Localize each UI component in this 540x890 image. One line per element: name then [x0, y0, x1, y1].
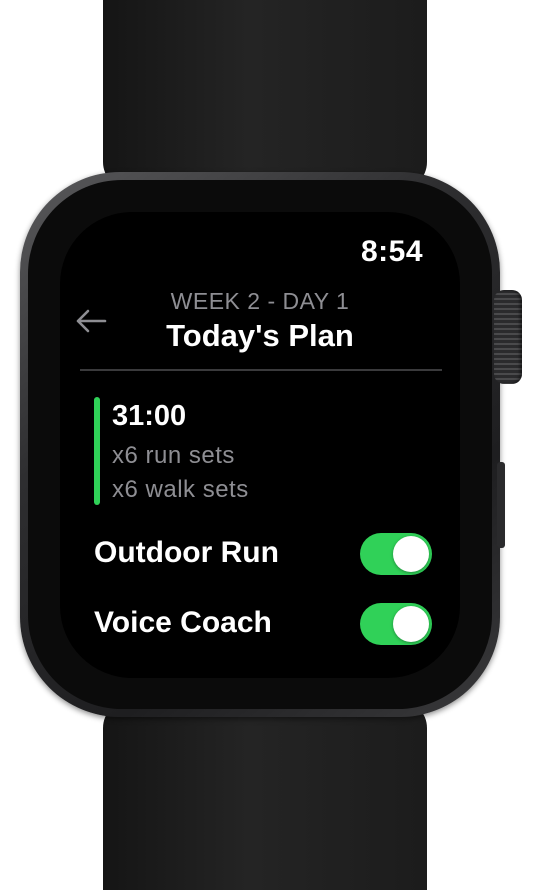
plan-walk-sets: x6 walk sets — [112, 476, 249, 503]
setting-row-outdoor-run: Outdoor Run — [94, 532, 432, 576]
watch-screen: 8:54 WEEK 2 - DAY 1 Today's Plan 31:00 x… — [60, 212, 460, 678]
plan-run-sets: x6 run sets — [112, 442, 235, 469]
voice-coach-toggle[interactable] — [360, 603, 432, 645]
digital-crown[interactable] — [494, 290, 522, 384]
week-day-subtitle: WEEK 2 - DAY 1 — [170, 288, 350, 314]
toggle-knob — [393, 536, 429, 572]
plan-accent-bar — [94, 397, 100, 505]
toggle-knob — [393, 606, 429, 642]
watch-strap-top — [103, 0, 427, 190]
side-button[interactable] — [497, 462, 505, 548]
header-divider — [80, 369, 442, 371]
setting-row-voice-coach: Voice Coach — [94, 602, 432, 646]
page-title: Today's Plan — [166, 318, 354, 353]
status-time: 8:54 — [360, 235, 423, 268]
voice-coach-label: Voice Coach — [94, 606, 272, 639]
watch-mockup: 8:54 WEEK 2 - DAY 1 Today's Plan 31:00 x… — [0, 0, 540, 890]
outdoor-run-toggle[interactable] — [360, 533, 432, 575]
watch-strap-bottom — [103, 700, 427, 890]
outdoor-run-label: Outdoor Run — [94, 536, 279, 569]
plan-duration: 31:00 — [112, 400, 187, 432]
